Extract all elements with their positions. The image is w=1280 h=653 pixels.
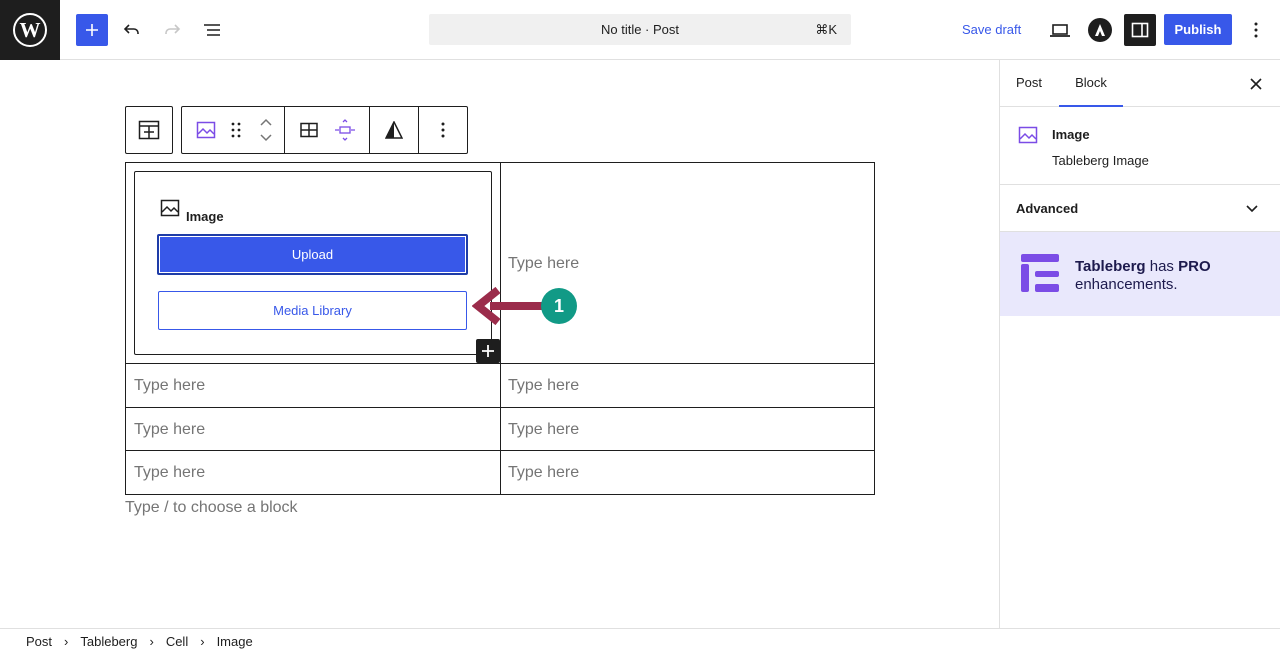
move-block-control[interactable] [248,107,284,153]
contrast-button[interactable] [376,107,412,153]
promo-text: Tableberg has PRO enhancements. [1075,258,1265,294]
breadcrumb-item[interactable]: Post [20,634,58,649]
plus-icon [482,345,494,357]
undo-button[interactable] [116,14,148,46]
document-title: No title · Post [600,22,680,37]
image-icon [160,199,180,217]
editor-canvas: Image Upload Media Library Type here Typ… [0,60,999,628]
settings-sidebar: Post Block Image Tableberg Image Advance… [999,60,1280,628]
block-options-button[interactable] [425,107,461,153]
drag-handle[interactable] [224,107,248,153]
half-triangle-icon [385,121,403,139]
cell-placeholder[interactable]: Type here [508,421,579,439]
media-library-button[interactable]: Media Library [158,291,467,330]
image-block-icon [196,121,216,139]
close-sidebar-button[interactable] [1244,72,1268,96]
sidebar-panel-icon [1131,22,1149,38]
block-card-title: Image [1052,127,1090,142]
breadcrumb-item[interactable]: Tableberg [74,634,143,649]
preview-button[interactable] [1044,14,1076,46]
close-icon [1250,78,1262,90]
default-block-appender[interactable]: Type / to choose a block [125,499,298,517]
advanced-panel-toggle[interactable]: Advanced [1000,185,1280,232]
tab-block[interactable]: Block [1059,60,1123,107]
chevron-up-icon[interactable] [259,117,273,127]
upload-button[interactable]: Upload [157,234,468,275]
breadcrumb-item: Image [216,633,253,649]
table-parent-icon [138,120,160,140]
cell-placeholder[interactable]: Type here [508,255,579,273]
block-inserter-toggle[interactable] [76,14,108,46]
annotation-arrow-icon [472,286,546,326]
document-overview-button[interactable] [196,14,228,46]
keyboard-shortcut: ⌘K [815,22,837,37]
chevron-right-icon: › [149,633,154,649]
save-draft-button[interactable]: Save draft [955,14,1028,46]
astra-settings-button[interactable] [1088,18,1112,42]
spacing-icon [335,119,355,141]
plus-icon [86,24,98,36]
breadcrumb: Post › Tableberg › Cell › Image [0,628,1280,653]
cell-spacing-button[interactable] [327,107,363,153]
table-icon [300,122,318,138]
promo-tail: enhancements. [1075,276,1178,293]
promo-brand: Tableberg [1075,258,1146,275]
promo-middle: has [1149,258,1174,275]
more-vertical-icon [441,122,445,138]
tableberg-logo-icon [1021,254,1059,292]
drag-handle-icon [231,122,241,138]
chevron-right-icon: › [200,633,205,649]
command-palette-bar[interactable]: No title · Post ⌘K [429,14,851,45]
chevron-right-icon: › [64,633,69,649]
block-toolbar [125,106,468,154]
chevron-down-icon [1240,197,1264,221]
image-block-label: Image [186,209,224,224]
chevron-down-icon[interactable] [259,133,273,143]
cell-placeholder[interactable]: Type here [134,464,205,482]
svg-text:W: W [20,18,41,42]
block-card-description: Tableberg Image [1052,153,1149,168]
tableberg-table: Image Upload Media Library Type here Typ… [125,162,875,495]
redo-button[interactable] [156,14,188,46]
table-cell-button[interactable] [291,107,327,153]
cell-placeholder[interactable]: Type here [508,377,579,395]
promo-pro: PRO [1178,258,1211,275]
breadcrumb-item[interactable]: Cell [160,634,194,649]
settings-toggle-button[interactable] [1124,14,1156,46]
wordpress-logo-button[interactable]: W [0,0,60,60]
block-appender-button[interactable] [476,339,500,363]
editor-header: W No title · Post ⌘K Save draft Publish [0,0,1280,60]
laptop-icon [1050,24,1070,37]
wordpress-icon: W [13,13,47,47]
redo-icon [165,24,181,34]
publish-button[interactable]: Publish [1164,14,1232,45]
advanced-panel-label: Advanced [1016,201,1079,216]
image-block-placeholder[interactable]: Image Upload Media Library [134,171,492,355]
tableberg-pro-promo[interactable]: Tableberg has PRO enhancements. [1000,232,1280,316]
cell-placeholder[interactable]: Type here [134,377,205,395]
more-vertical-icon [1254,22,1258,38]
cell-placeholder[interactable]: Type here [134,421,205,439]
annotation-step-badge: 1 [541,288,577,324]
select-parent-table-button[interactable] [125,106,173,154]
tab-post[interactable]: Post [1016,60,1042,107]
options-menu-button[interactable] [1240,14,1272,46]
list-view-icon [204,24,220,36]
cell-placeholder[interactable]: Type here [508,464,579,482]
undo-icon [123,24,139,34]
block-toolbar-group [181,106,468,154]
astra-logo-icon [1095,24,1105,36]
image-block-icon [1018,126,1038,144]
block-card: Image Tableberg Image [1000,107,1280,185]
block-type-button[interactable] [188,107,224,153]
sidebar-tabs: Post Block [1000,60,1280,107]
